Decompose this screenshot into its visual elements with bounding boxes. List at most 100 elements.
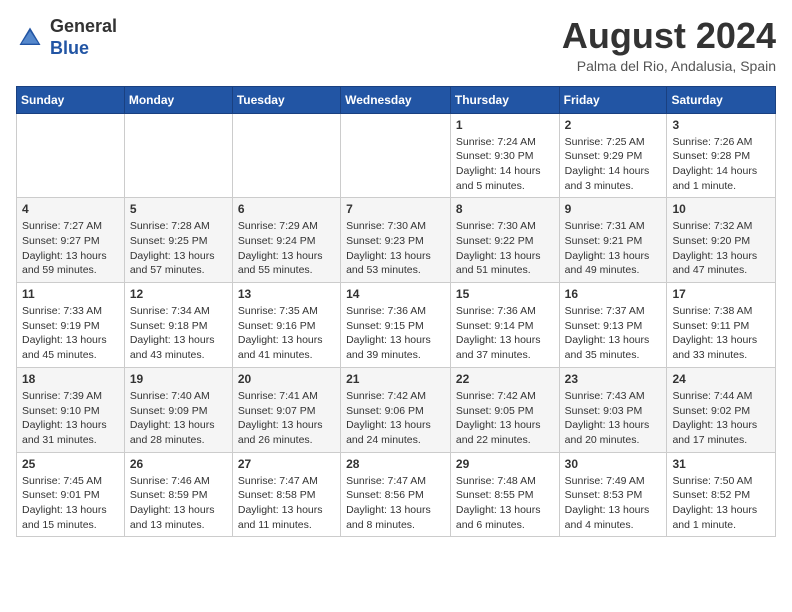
day-info: Sunrise: 7:32 AMSunset: 9:20 PMDaylight:… xyxy=(672,219,770,278)
calendar-cell: 1 Sunrise: 7:24 AMSunset: 9:30 PMDaylight… xyxy=(450,113,559,198)
logo: General Blue xyxy=(16,16,117,59)
calendar-week-4: 18Sunrise: 7:39 AMSunset: 9:10 PMDayligh… xyxy=(17,367,776,452)
day-info: Sunrise: 7:36 AMSunset: 9:14 PMDaylight:… xyxy=(456,304,554,363)
day-info: Sunrise: 7:26 AMSunset: 9:28 PMDaylight:… xyxy=(672,135,770,194)
day-number: 13 xyxy=(238,287,335,301)
calendar-week-5: 25 Sunrise: 7:45 AMSunset: 9:01 PMDayligh… xyxy=(17,452,776,537)
calendar-cell: 14Sunrise: 7:36 AMSunset: 9:15 PMDayligh… xyxy=(341,283,451,368)
day-number: 10 xyxy=(672,202,770,216)
calendar-cell: 5 Sunrise: 7:28 AMSunset: 9:25 PMDaylight… xyxy=(124,198,232,283)
calendar-cell xyxy=(17,113,125,198)
day-number: 19 xyxy=(130,372,227,386)
day-number: 12 xyxy=(130,287,227,301)
calendar-cell: 3 Sunrise: 7:26 AMSunset: 9:28 PMDaylight… xyxy=(667,113,776,198)
calendar-cell: 22 Sunrise: 7:42 AMSunset: 9:05 PMDayligh… xyxy=(450,367,559,452)
calendar-cell: 25 Sunrise: 7:45 AMSunset: 9:01 PMDayligh… xyxy=(17,452,125,537)
day-number: 1 xyxy=(456,118,554,132)
calendar-cell: 30 Sunrise: 7:49 AMSunset: 8:53 PMDayligh… xyxy=(559,452,667,537)
day-number: 16 xyxy=(565,287,662,301)
calendar-cell: 6Sunrise: 7:29 AMSunset: 9:24 PMDaylight… xyxy=(232,198,340,283)
day-number: 7 xyxy=(346,202,445,216)
day-info: Sunrise: 7:42 AMSunset: 9:05 PMDaylight:… xyxy=(456,389,554,448)
calendar-cell: 15 Sunrise: 7:36 AMSunset: 9:14 PMDayligh… xyxy=(450,283,559,368)
title-area: August 2024 Palma del Rio, Andalusia, Sp… xyxy=(562,16,776,74)
day-number: 26 xyxy=(130,457,227,471)
calendar-header-row: SundayMondayTuesdayWednesdayThursdayFrid… xyxy=(17,86,776,113)
day-number: 24 xyxy=(672,372,770,386)
day-number: 9 xyxy=(565,202,662,216)
day-info: Sunrise: 7:38 AMSunset: 9:11 PMDaylight:… xyxy=(672,304,770,363)
day-number: 15 xyxy=(456,287,554,301)
day-number: 30 xyxy=(565,457,662,471)
day-info: Sunrise: 7:47 AMSunset: 8:56 PMDaylight:… xyxy=(346,474,445,533)
day-number: 25 xyxy=(22,457,119,471)
col-header-tuesday: Tuesday xyxy=(232,86,340,113)
day-info: Sunrise: 7:35 AMSunset: 9:16 PMDaylight:… xyxy=(238,304,335,363)
calendar-cell xyxy=(124,113,232,198)
col-header-wednesday: Wednesday xyxy=(341,86,451,113)
calendar-cell: 29 Sunrise: 7:48 AMSunset: 8:55 PMDayligh… xyxy=(450,452,559,537)
logo-blue: Blue xyxy=(50,38,89,58)
calendar-cell: 27 Sunrise: 7:47 AMSunset: 8:58 PMDayligh… xyxy=(232,452,340,537)
calendar-cell: 18Sunrise: 7:39 AMSunset: 9:10 PMDayligh… xyxy=(17,367,125,452)
day-info: Sunrise: 7:25 AMSunset: 9:29 PMDaylight:… xyxy=(565,135,662,194)
day-info: Sunrise: 7:44 AMSunset: 9:02 PMDaylight:… xyxy=(672,389,770,448)
day-info: Sunrise: 7:47 AMSunset: 8:58 PMDaylight:… xyxy=(238,474,335,533)
calendar-cell xyxy=(341,113,451,198)
month-year-title: August 2024 xyxy=(562,16,776,56)
calendar-week-3: 11Sunrise: 7:33 AMSunset: 9:19 PMDayligh… xyxy=(17,283,776,368)
day-number: 17 xyxy=(672,287,770,301)
calendar-cell: 9 Sunrise: 7:31 AMSunset: 9:21 PMDaylight… xyxy=(559,198,667,283)
day-info: Sunrise: 7:45 AMSunset: 9:01 PMDaylight:… xyxy=(22,474,119,533)
day-info: Sunrise: 7:28 AMSunset: 9:25 PMDaylight:… xyxy=(130,219,227,278)
calendar-cell: 11Sunrise: 7:33 AMSunset: 9:19 PMDayligh… xyxy=(17,283,125,368)
calendar-table: SundayMondayTuesdayWednesdayThursdayFrid… xyxy=(16,86,776,538)
calendar-cell: 31Sunrise: 7:50 AMSunset: 8:52 PMDayligh… xyxy=(667,452,776,537)
calendar-cell: 4Sunrise: 7:27 AMSunset: 9:27 PMDaylight… xyxy=(17,198,125,283)
calendar-cell: 23Sunrise: 7:43 AMSunset: 9:03 PMDayligh… xyxy=(559,367,667,452)
day-info: Sunrise: 7:24 AMSunset: 9:30 PMDaylight:… xyxy=(456,135,554,194)
day-info: Sunrise: 7:36 AMSunset: 9:15 PMDaylight:… xyxy=(346,304,445,363)
calendar-cell: 24 Sunrise: 7:44 AMSunset: 9:02 PMDayligh… xyxy=(667,367,776,452)
col-header-thursday: Thursday xyxy=(450,86,559,113)
calendar-cell: 8 Sunrise: 7:30 AMSunset: 9:22 PMDaylight… xyxy=(450,198,559,283)
calendar-cell: 19 Sunrise: 7:40 AMSunset: 9:09 PMDayligh… xyxy=(124,367,232,452)
logo-general: General xyxy=(50,16,117,36)
calendar-cell: 10 Sunrise: 7:32 AMSunset: 9:20 PMDayligh… xyxy=(667,198,776,283)
day-number: 4 xyxy=(22,202,119,216)
day-number: 21 xyxy=(346,372,445,386)
day-info: Sunrise: 7:34 AMSunset: 9:18 PMDaylight:… xyxy=(130,304,227,363)
day-number: 18 xyxy=(22,372,119,386)
calendar-cell xyxy=(232,113,340,198)
day-info: Sunrise: 7:30 AMSunset: 9:22 PMDaylight:… xyxy=(456,219,554,278)
day-info: Sunrise: 7:40 AMSunset: 9:09 PMDaylight:… xyxy=(130,389,227,448)
day-number: 5 xyxy=(130,202,227,216)
calendar-cell: 16 Sunrise: 7:37 AMSunset: 9:13 PMDayligh… xyxy=(559,283,667,368)
day-info: Sunrise: 7:46 AMSunset: 8:59 PMDaylight:… xyxy=(130,474,227,533)
calendar-week-2: 4Sunrise: 7:27 AMSunset: 9:27 PMDaylight… xyxy=(17,198,776,283)
day-number: 3 xyxy=(672,118,770,132)
location-subtitle: Palma del Rio, Andalusia, Spain xyxy=(562,58,776,74)
col-header-sunday: Sunday xyxy=(17,86,125,113)
day-info: Sunrise: 7:49 AMSunset: 8:53 PMDaylight:… xyxy=(565,474,662,533)
calendar-cell: 21 Sunrise: 7:42 AMSunset: 9:06 PMDayligh… xyxy=(341,367,451,452)
calendar-cell: 26 Sunrise: 7:46 AMSunset: 8:59 PMDayligh… xyxy=(124,452,232,537)
day-number: 29 xyxy=(456,457,554,471)
day-number: 20 xyxy=(238,372,335,386)
day-info: Sunrise: 7:41 AMSunset: 9:07 PMDaylight:… xyxy=(238,389,335,448)
calendar-cell: 7 Sunrise: 7:30 AMSunset: 9:23 PMDaylight… xyxy=(341,198,451,283)
calendar-cell: 20 Sunrise: 7:41 AMSunset: 9:07 PMDayligh… xyxy=(232,367,340,452)
page-header: General Blue August 2024 Palma del Rio, … xyxy=(16,16,776,74)
day-info: Sunrise: 7:42 AMSunset: 9:06 PMDaylight:… xyxy=(346,389,445,448)
day-info: Sunrise: 7:50 AMSunset: 8:52 PMDaylight:… xyxy=(672,474,770,533)
day-info: Sunrise: 7:30 AMSunset: 9:23 PMDaylight:… xyxy=(346,219,445,278)
day-number: 27 xyxy=(238,457,335,471)
day-number: 22 xyxy=(456,372,554,386)
day-info: Sunrise: 7:48 AMSunset: 8:55 PMDaylight:… xyxy=(456,474,554,533)
calendar-cell: 17 Sunrise: 7:38 AMSunset: 9:11 PMDayligh… xyxy=(667,283,776,368)
day-number: 8 xyxy=(456,202,554,216)
col-header-saturday: Saturday xyxy=(667,86,776,113)
logo-text: General Blue xyxy=(50,16,117,59)
day-info: Sunrise: 7:37 AMSunset: 9:13 PMDaylight:… xyxy=(565,304,662,363)
day-info: Sunrise: 7:31 AMSunset: 9:21 PMDaylight:… xyxy=(565,219,662,278)
